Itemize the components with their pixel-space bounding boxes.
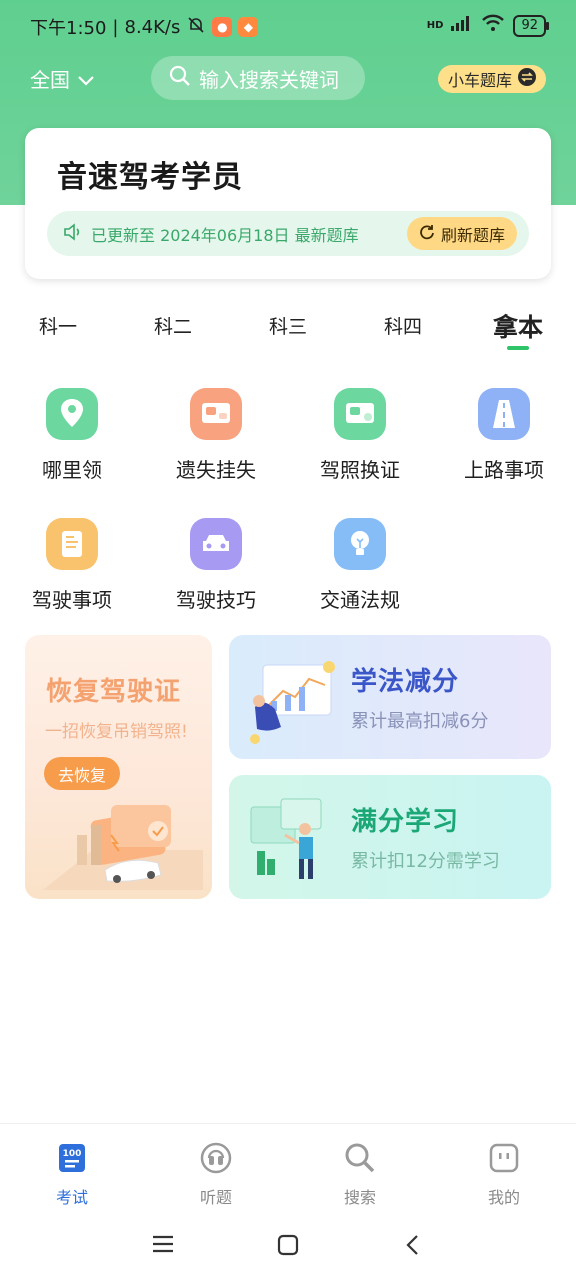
promo-subtitle: 累计扣12分需学习 — [351, 851, 500, 872]
nav-label: 搜索 — [343, 1188, 376, 1207]
tab-get-license[interactable]: 拿本 — [493, 308, 543, 344]
app-notification-icon: ● — [212, 17, 233, 37]
grid-item-traffic-laws[interactable]: 交通法规 — [305, 518, 415, 613]
full-study-illustration — [250, 798, 322, 879]
signal-icon — [451, 15, 473, 36]
region-selector[interactable]: 全国 — [30, 64, 94, 93]
question-bank-button[interactable]: 小车题库 — [437, 65, 546, 93]
promo-full-points-study[interactable]: 满分学习 累计扣12分需学习 — [229, 775, 551, 899]
grid-item-lost-report[interactable]: 遗失挂失 — [161, 388, 271, 483]
road-icon — [478, 388, 530, 440]
exam-icon: 100 — [57, 1144, 87, 1178]
status-bar: 下午1:50 | 8.4K/s ● ◆ HD 92 — [0, 0, 576, 52]
promo-subtitle: 一招恢复吊销驾照! — [45, 722, 188, 742]
question-bank-label: 小车题库 — [447, 71, 512, 90]
promo-title: 满分学习 — [351, 807, 460, 837]
nav-search[interactable]: 搜索 — [320, 1142, 400, 1208]
search-input[interactable]: 输入搜索关键词 — [151, 56, 365, 100]
grid-item-label: 遗失挂失 — [176, 458, 256, 482]
lost-report-icon — [190, 388, 242, 440]
search-icon — [344, 1143, 376, 1178]
refresh-label: 刷新题库 — [440, 225, 505, 245]
grid-item-driving-skills[interactable]: 驾驶技巧 — [161, 518, 271, 613]
location-pin-icon — [46, 388, 98, 440]
license-illustration — [43, 805, 203, 890]
nav-label: 听题 — [199, 1188, 232, 1207]
svg-text:100: 100 — [63, 1149, 82, 1159]
promo-subtitle: 累计最高扣减6分 — [351, 711, 489, 732]
grid-item-where-to-get[interactable]: 哪里领 — [17, 388, 127, 483]
grid-item-label: 上路事项 — [464, 458, 544, 482]
license-renew-icon — [334, 388, 386, 440]
search-placeholder: 输入搜索关键词 — [199, 67, 339, 92]
nav-profile[interactable]: 我的 — [464, 1142, 544, 1208]
app-notification-icon-2: ◆ — [238, 17, 259, 37]
top-bar: 全国 输入搜索关键词 小车题库 — [0, 56, 576, 102]
active-tab-indicator — [507, 346, 529, 350]
grid-item-label: 驾照换证 — [320, 458, 400, 482]
grid-item-license-renew[interactable]: 驾照换证 — [305, 388, 415, 483]
user-card-title: 音速驾考学员 — [57, 160, 243, 195]
notebook-icon — [46, 518, 98, 570]
car-icon — [190, 518, 242, 570]
tab-subject-2[interactable]: 科二 — [154, 312, 192, 339]
update-text: 已更新至 2024年06月18日 最新题库 — [91, 225, 359, 245]
chevron-down-icon — [78, 67, 94, 91]
search-icon — [169, 65, 191, 92]
speaker-icon — [63, 222, 83, 245]
nav-exam[interactable]: 100 考试 — [32, 1142, 112, 1208]
home-icon[interactable] — [277, 1234, 299, 1260]
user-card: 音速驾考学员 已更新至 2024年06月18日 最新题库 刷新题库 — [25, 128, 551, 279]
nav-label: 考试 — [55, 1188, 88, 1207]
update-notice: 已更新至 2024年06月18日 最新题库 刷新题库 — [47, 211, 529, 256]
menu-icon[interactable] — [152, 1234, 174, 1258]
region-label: 全国 — [30, 68, 70, 92]
grid-item-label: 驾驶事项 — [32, 588, 112, 612]
promo-title: 学法减分 — [351, 667, 460, 697]
nav-listen[interactable]: 听题 — [176, 1142, 256, 1208]
wifi-icon — [481, 14, 505, 37]
status-time: 下午1:50 — [30, 18, 107, 39]
promo-study-reduce-points[interactable]: 学法减分 累计最高扣减6分 — [229, 635, 551, 759]
system-navigation-bar — [0, 1218, 576, 1280]
nav-label: 我的 — [487, 1188, 520, 1207]
back-icon[interactable] — [404, 1234, 420, 1260]
restore-button[interactable]: 去恢复 — [44, 757, 120, 790]
grid-item-label: 哪里领 — [42, 458, 102, 482]
promo-restore-license[interactable]: 恢复驾驶证 一招恢复吊销驾照! 去恢复 — [25, 635, 212, 899]
lightbulb-icon — [334, 518, 386, 570]
grid-item-driving-matters[interactable]: 驾驶事项 — [17, 518, 127, 613]
grid-item-label: 交通法规 — [320, 588, 400, 612]
switch-icon — [518, 68, 536, 90]
tab-subject-4[interactable]: 科四 — [384, 312, 422, 339]
bottom-navigation: 100 考试 听题 搜索 我的 — [0, 1123, 576, 1219]
tab-subject-3[interactable]: 科三 — [269, 312, 307, 339]
grid-item-road-matters[interactable]: 上路事项 — [449, 388, 559, 483]
grid-item-label: 驾驶技巧 — [176, 588, 256, 612]
tab-subject-1[interactable]: 科一 — [39, 312, 77, 339]
profile-icon — [488, 1143, 520, 1178]
promo-title: 恢复驾驶证 — [46, 677, 182, 707]
battery-indicator: 92 — [513, 14, 549, 37]
study-illustration — [250, 661, 335, 744]
mute-icon — [186, 15, 206, 40]
refresh-icon — [419, 224, 435, 244]
status-speed: 8.4K/s — [124, 16, 181, 38]
refresh-bank-button[interactable]: 刷新题库 — [406, 217, 517, 250]
listen-icon — [200, 1142, 232, 1178]
subject-tabs: 科一 科二 科三 科四 拿本 — [0, 300, 576, 360]
network-type: HD — [426, 20, 444, 31]
